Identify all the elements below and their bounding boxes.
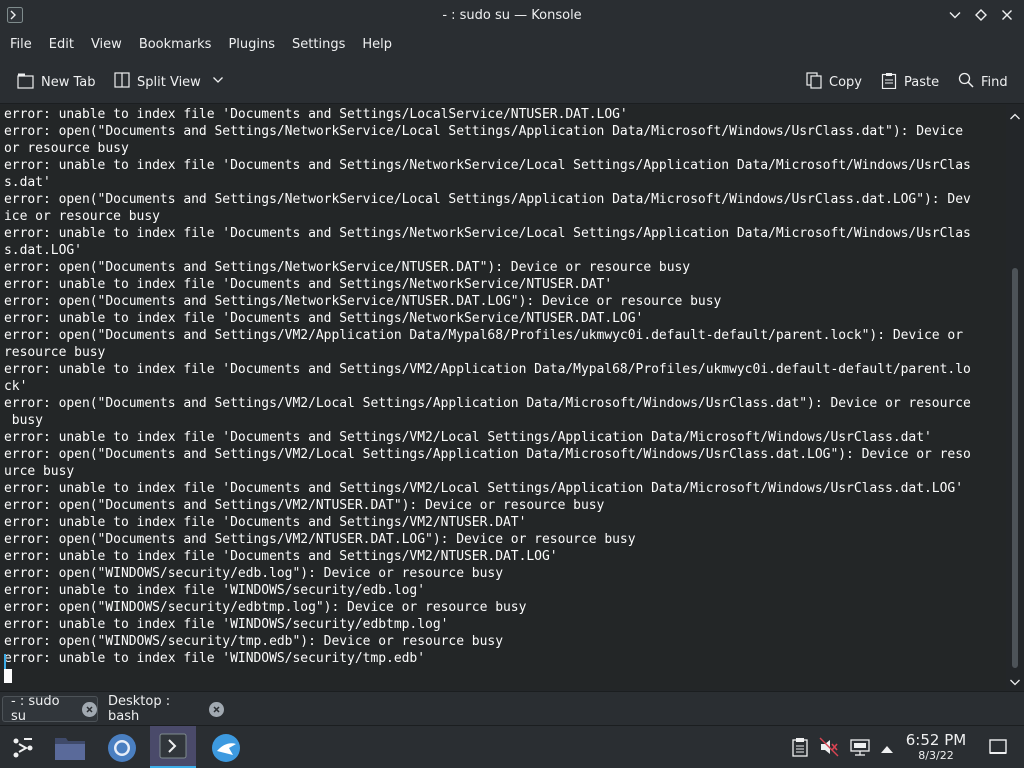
scrollbar-thumb[interactable]: [1012, 268, 1018, 668]
new-tab-icon: [17, 72, 41, 93]
split-view-button[interactable]: Split View: [114, 70, 231, 94]
menu-edit[interactable]: Edit: [42, 30, 81, 60]
terminal-line: urce busy: [4, 464, 75, 479]
web-browser-icon[interactable]: [203, 726, 249, 768]
new-tab-button[interactable]: New Tab: [17, 70, 96, 94]
search-icon: [958, 72, 981, 92]
terminal-line: error: unable to index file 'Documents a…: [4, 158, 971, 173]
toolbar: New Tab Split View Copy Paste Find: [0, 60, 1024, 104]
terminal-line: error: unable to index file 'Documents a…: [4, 515, 527, 530]
new-tab-label: New Tab: [41, 74, 96, 90]
terminal-line: error: unable to index file 'WINDOWS/sec…: [4, 617, 449, 632]
terminal-line: busy: [4, 413, 43, 428]
menu-bookmarks[interactable]: Bookmarks: [132, 30, 219, 60]
terminal-line: resource busy: [4, 345, 106, 360]
terminal-line: error: unable to index file 'Documents a…: [4, 226, 971, 241]
terminal-cursor: [4, 669, 12, 683]
terminal-line: error: unable to index file 'Documents a…: [4, 277, 613, 292]
menu-file[interactable]: File: [3, 30, 39, 60]
minimize-icon[interactable]: [944, 4, 966, 26]
menu-plugins[interactable]: Plugins: [221, 30, 282, 60]
terminal-line: error: open("Documents and Settings/Netw…: [4, 294, 722, 309]
close-tab-icon[interactable]: [209, 701, 224, 717]
menu-bar: File Edit View Bookmarks Plugins Setting…: [0, 30, 1024, 60]
copy-button[interactable]: Copy: [806, 70, 862, 94]
clipboard-icon[interactable]: [791, 737, 809, 761]
terminal-line: error: open("WINDOWS/security/edbtmp.log…: [4, 600, 527, 615]
konsole-app-icon[interactable]: [7, 7, 23, 23]
copy-label: Copy: [829, 74, 862, 90]
terminal-line: error: open("Documents and Settings/VM2/…: [4, 498, 605, 513]
terminal-line: error: open("Documents and Settings/VM2/…: [4, 328, 963, 343]
terminal-line: or resource busy: [4, 141, 129, 156]
digital-clock[interactable]: 6:52 PM 8/3/22: [900, 732, 972, 763]
terminal-line: error: open("WINDOWS/security/tmp.edb"):…: [4, 634, 503, 649]
paste-button[interactable]: Paste: [881, 70, 939, 94]
close-icon[interactable]: [996, 4, 1018, 26]
paste-label: Paste: [904, 74, 940, 90]
network-wired-icon[interactable]: [850, 737, 870, 761]
terminal-line: s.dat': [4, 175, 51, 190]
terminal-line: error: unable to index file 'Documents a…: [4, 107, 628, 122]
terminal-line: error: unable to index file 'Documents a…: [4, 430, 932, 445]
window-title: - : sudo su — Konsole: [442, 7, 582, 23]
menu-settings[interactable]: Settings: [285, 30, 352, 60]
terminal-line: s.dat.LOG': [4, 243, 82, 258]
scroll-up-icon[interactable]: [1009, 108, 1021, 127]
scroll-down-icon[interactable]: [1009, 673, 1021, 692]
maximize-icon[interactable]: [970, 4, 992, 26]
clock-time: 6:52 PM: [905, 731, 967, 749]
terminal-scrollbar[interactable]: [1006, 105, 1024, 690]
terminal-line: error: open("WINDOWS/security/edb.log"):…: [4, 566, 503, 581]
find-label: Find: [981, 74, 1008, 90]
terminal-line: error: open("Documents and Settings/Netw…: [4, 124, 963, 139]
terminal-line: error: unable to index file 'Documents a…: [4, 362, 971, 377]
terminal-line: error: open("Documents and Settings/VM2/…: [4, 447, 971, 462]
chevron-down-icon[interactable]: [212, 74, 231, 90]
taskbar: 6:52 PM 8/3/22: [0, 725, 1024, 768]
terminal-line: ice or resource busy: [4, 209, 160, 224]
show-desktop-icon[interactable]: [989, 739, 1007, 759]
tab-sudo-su[interactable]: - : sudo su: [2, 694, 98, 724]
tab-desktop-bash[interactable]: Desktop : bash: [100, 694, 224, 724]
terminal-line: error: unable to index file 'Documents a…: [4, 311, 644, 326]
terminal-line: error: open("Documents and Settings/VM2/…: [4, 532, 636, 547]
volume-muted-icon[interactable]: [819, 737, 839, 761]
split-view-icon: [114, 72, 137, 92]
terminal-line: error: unable to index file 'WINDOWS/sec…: [4, 583, 426, 598]
terminal-line: error: unable to index file 'Documents a…: [4, 481, 963, 496]
terminal-line: error: open("Documents and Settings/Netw…: [4, 260, 691, 275]
title-bar: - : sudo su — Konsole: [0, 0, 1024, 30]
tab-bar: - : sudo su Desktop : bash: [0, 691, 1024, 725]
terminal-view[interactable]: error: unable to index file 'Documents a…: [0, 105, 1006, 690]
terminal-line: error: unable to index file 'Documents a…: [4, 549, 558, 564]
terminal-line: error: open("Documents and Settings/VM2/…: [4, 396, 971, 411]
konsole-icon[interactable]: [150, 726, 196, 768]
chromium-icon[interactable]: [99, 726, 145, 768]
find-button[interactable]: Find: [958, 70, 1008, 94]
terminal-line: error: unable to index file 'WINDOWS/sec…: [4, 651, 426, 666]
tab-label: Desktop : bash: [108, 694, 171, 724]
terminal-line: ck': [4, 379, 28, 394]
line-marker: [4, 654, 6, 669]
split-view-label: Split View: [137, 74, 201, 90]
menu-view[interactable]: View: [84, 30, 129, 60]
close-tab-icon[interactable]: [82, 701, 97, 717]
tab-label: - : sudo su: [11, 694, 60, 724]
show-hidden-icons-icon[interactable]: [880, 740, 894, 759]
file-manager-icon[interactable]: [47, 726, 93, 768]
clock-date: 8/3/22: [918, 749, 954, 762]
terminal-line: error: open("Documents and Settings/Netw…: [4, 192, 971, 207]
terminal-output: error: unable to index file 'Documents a…: [4, 106, 971, 667]
application-launcher-icon[interactable]: [0, 726, 46, 768]
menu-help[interactable]: Help: [355, 30, 399, 60]
copy-icon: [806, 71, 829, 93]
paste-icon: [881, 72, 904, 93]
